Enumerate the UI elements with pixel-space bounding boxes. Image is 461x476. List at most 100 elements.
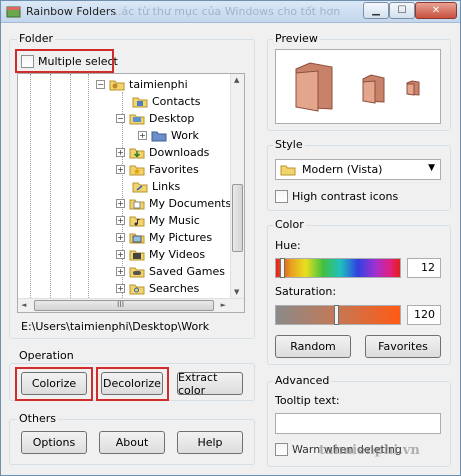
multiple-select-highlight xyxy=(15,49,114,73)
saturation-value-field[interactable]: 120 xyxy=(407,305,441,325)
tree-item-contacts[interactable]: Contacts xyxy=(132,93,201,110)
advanced-group-label: Advanced xyxy=(273,374,332,387)
tree-item-label: Downloads xyxy=(149,146,210,159)
favorites-button[interactable]: Favorites xyxy=(365,335,441,358)
tree-item-saved-games[interactable]: + Saved Games xyxy=(116,263,225,280)
collapse-icon[interactable]: − xyxy=(96,80,105,89)
preview-group-label: Preview xyxy=(273,32,320,45)
warn-when-deleting-check[interactable] xyxy=(275,443,288,456)
scroll-down-icon[interactable]: ▼ xyxy=(234,288,239,296)
decolorize-highlight xyxy=(96,367,169,401)
vertical-scroll-thumb[interactable] xyxy=(232,184,243,252)
tree-item-links[interactable]: Links xyxy=(132,178,180,195)
large-folder-preview-icon xyxy=(295,62,333,112)
folder-preview xyxy=(275,49,441,124)
close-button[interactable]: ✕ xyxy=(415,2,457,19)
saturation-label: Saturation: xyxy=(275,285,337,298)
hue-slider[interactable] xyxy=(275,258,401,278)
search-folder-icon xyxy=(129,282,145,295)
saturation-slider-thumb[interactable] xyxy=(334,305,339,325)
links-folder-icon xyxy=(132,180,148,193)
tree-item-favorites[interactable]: + Favorites xyxy=(116,161,199,178)
tree-item-taimienphi[interactable]: − taimienphi xyxy=(96,76,188,93)
expand-icon[interactable]: + xyxy=(116,267,125,276)
medium-folder-preview-icon xyxy=(362,74,385,104)
selected-folder-path: E:\Users\taimienphi\Desktop\Work xyxy=(21,320,210,333)
maximize-icon: ☐ xyxy=(397,5,407,16)
help-button[interactable]: Help xyxy=(177,431,243,454)
selected-style: Modern (Vista) xyxy=(302,163,383,176)
style-select[interactable]: Modern (Vista) ▼ xyxy=(275,159,441,180)
tree-item-label: My Videos xyxy=(149,248,206,261)
pictures-folder-icon xyxy=(129,231,145,244)
expand-icon[interactable]: + xyxy=(116,233,125,242)
work-folder-icon xyxy=(151,129,167,142)
expand-icon[interactable]: + xyxy=(116,148,125,157)
tree-item-label: Desktop xyxy=(149,112,195,125)
scroll-right-icon[interactable]: ► xyxy=(221,301,226,309)
random-button[interactable]: Random xyxy=(275,335,351,358)
expand-icon[interactable]: + xyxy=(116,250,125,259)
tree-item-desktop[interactable]: − Desktop xyxy=(116,110,194,127)
documents-folder-icon xyxy=(129,197,145,210)
tooltip-text-label: Tooltip text: xyxy=(275,394,340,407)
games-folder-icon xyxy=(129,265,145,278)
others-group-label: Others xyxy=(17,412,58,425)
tree-line xyxy=(30,74,31,298)
chevron-down-icon[interactable]: ▼ xyxy=(428,163,435,173)
high-contrast-check[interactable] xyxy=(275,190,288,203)
minimize-button[interactable]: ▁ xyxy=(363,2,389,19)
tree-item-label: Saved Games xyxy=(149,265,225,278)
expand-icon[interactable]: + xyxy=(116,199,125,208)
options-button[interactable]: Options xyxy=(21,431,87,454)
rainbow-folders-window: Rainbow Folders ...ác từ thư mục của Win… xyxy=(0,0,461,476)
music-folder-icon xyxy=(129,214,145,227)
tree-item-downloads[interactable]: + Downloads xyxy=(116,144,209,161)
expand-icon[interactable]: + xyxy=(116,284,125,293)
maximize-button[interactable]: ☐ xyxy=(389,2,415,19)
scroll-grip-icon: III xyxy=(117,300,125,309)
background-window-title: ...ác từ thư mục của Windows cho tốt hơn xyxy=(111,5,341,18)
title-bar[interactable]: Rainbow Folders ...ác từ thư mục của Win… xyxy=(1,1,460,23)
about-button[interactable]: About xyxy=(99,431,165,454)
desktop-folder-icon xyxy=(129,112,145,125)
tree-item-my-videos[interactable]: + My Videos xyxy=(116,246,205,263)
tree-item-label: My Pictures xyxy=(149,231,213,244)
tree-item-my-music[interactable]: + My Music xyxy=(116,212,200,229)
vertical-scrollbar[interactable]: ▲ ▼ xyxy=(230,74,244,298)
tree-item-searches[interactable]: + Searches xyxy=(116,280,199,297)
tooltip-text-input[interactable] xyxy=(275,413,441,434)
favorites-folder-icon xyxy=(129,163,145,176)
horizontal-scroll-thumb[interactable]: III xyxy=(34,300,214,311)
extract-color-button[interactable]: Extract color xyxy=(177,371,243,397)
folder-icon xyxy=(280,165,296,176)
tree-item-label: taimienphi xyxy=(129,78,188,91)
hue-slider-thumb[interactable] xyxy=(280,258,285,278)
tree-item-my-documents[interactable]: + My Documents xyxy=(116,195,231,212)
close-icon: ✕ xyxy=(431,5,441,16)
folder-tree[interactable]: − taimienphi Contacts − Desktop + Work +… xyxy=(17,73,245,313)
high-contrast-label: High contrast icons xyxy=(292,190,399,203)
tree-item-label: My Documents xyxy=(149,197,232,210)
high-contrast-checkbox[interactable]: High contrast icons xyxy=(275,190,398,203)
scroll-left-icon[interactable]: ◄ xyxy=(21,301,26,309)
window-title: Rainbow Folders xyxy=(26,5,117,18)
expand-icon[interactable]: + xyxy=(116,165,125,174)
colorize-highlight xyxy=(15,367,93,401)
watermark: taimienphi.vn xyxy=(319,443,420,458)
folder-group-label: Folder xyxy=(17,32,55,45)
small-folder-preview-icon xyxy=(406,80,420,96)
collapse-icon[interactable]: − xyxy=(116,114,125,123)
expand-icon[interactable]: + xyxy=(138,131,147,140)
tree-item-work[interactable]: + Work xyxy=(138,127,199,144)
horizontal-scrollbar[interactable]: ◄ III ► xyxy=(18,298,244,312)
tree-item-label: Work xyxy=(171,129,199,142)
scroll-up-icon[interactable]: ▲ xyxy=(234,76,239,84)
style-group-label: Style xyxy=(273,138,305,151)
tree-item-label: Contacts xyxy=(152,95,201,108)
tree-item-my-pictures[interactable]: + My Pictures xyxy=(116,229,212,246)
expand-icon[interactable]: + xyxy=(116,216,125,225)
saturation-slider[interactable] xyxy=(275,305,401,325)
hue-value-field[interactable]: 12 xyxy=(407,258,441,278)
tree-item-label: Searches xyxy=(149,282,200,295)
